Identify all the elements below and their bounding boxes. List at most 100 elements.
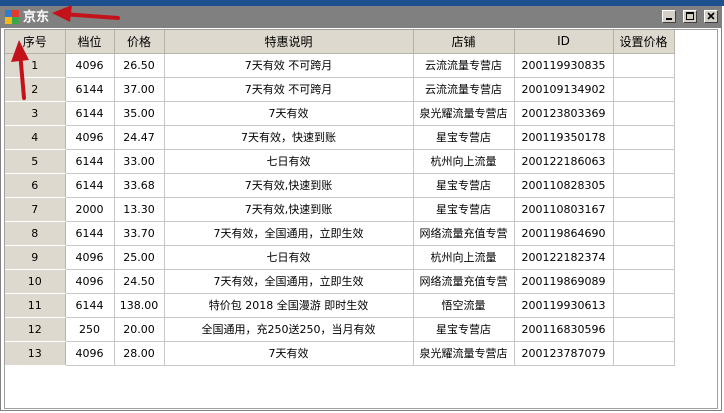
- cell-id: 200119869089: [514, 269, 614, 294]
- table-row[interactable]: 3 6144 35.00 7天有效 泉光耀流量专营店 200123803369: [5, 101, 675, 126]
- cell-set-price[interactable]: [613, 221, 675, 246]
- cell-index: 5: [5, 149, 66, 174]
- cell-shop: 杭州向上流量: [413, 245, 515, 270]
- cell-tier: 2000: [65, 197, 115, 222]
- cell-set-price[interactable]: [613, 269, 675, 294]
- cell-description: 7天有效 不可跨月: [164, 53, 414, 78]
- cell-price: 26.50: [114, 53, 165, 78]
- cell-index: 13: [5, 341, 66, 366]
- cell-description: 7天有效: [164, 101, 414, 126]
- cell-index: 1: [5, 53, 66, 78]
- cell-id: 200119350178: [514, 125, 614, 150]
- cell-set-price[interactable]: [613, 53, 675, 78]
- column-header-set-price[interactable]: 设置价格: [613, 30, 675, 54]
- cell-index: 8: [5, 221, 66, 246]
- cell-index: 7: [5, 197, 66, 222]
- cell-description: 七日有效: [164, 245, 414, 270]
- close-button[interactable]: [704, 10, 718, 23]
- cell-shop: 星宝专营店: [413, 125, 515, 150]
- column-header-id[interactable]: ID: [514, 30, 614, 54]
- table-row[interactable]: 11 6144 138.00 特价包 2018 全国漫游 即时生效 悟空流量 200119…: [5, 293, 675, 318]
- app-window: 京东 序号 档位 价格 特惠说明 店铺 ID 设置价格 1 4096 26.50…: [0, 6, 722, 411]
- cell-id: 200110828305: [514, 173, 614, 198]
- maximize-button[interactable]: [682, 10, 697, 23]
- cell-set-price[interactable]: [613, 101, 675, 126]
- cell-set-price[interactable]: [613, 245, 675, 270]
- column-header-shop[interactable]: 店铺: [413, 30, 515, 54]
- column-header-price[interactable]: 价格: [114, 30, 165, 54]
- cell-tier: 6144: [65, 101, 115, 126]
- cell-id: 200122182374: [514, 245, 614, 270]
- cell-description: 7天有效: [164, 341, 414, 366]
- table-row[interactable]: 5 6144 33.00 七日有效 杭州向上流量 200122186063: [5, 149, 675, 174]
- cell-set-price[interactable]: [613, 293, 675, 318]
- cell-price: 13.30: [114, 197, 165, 222]
- cell-price: 138.00: [114, 293, 165, 318]
- table-row[interactable]: 9 4096 25.00 七日有效 杭州向上流量 200122182374: [5, 245, 675, 270]
- cell-shop: 泉光耀流量专营店: [413, 341, 515, 366]
- cell-tier: 4096: [65, 245, 115, 270]
- cell-price: 28.00: [114, 341, 165, 366]
- table-row[interactable]: 7 2000 13.30 7天有效,快速到账 星宝专营店 200110803167: [5, 197, 675, 222]
- cell-id: 200110803167: [514, 197, 614, 222]
- cell-description: 7天有效，快速到账: [164, 125, 414, 150]
- cell-description: 7天有效,快速到账: [164, 197, 414, 222]
- cell-set-price[interactable]: [613, 173, 675, 198]
- cell-tier: 6144: [65, 293, 115, 318]
- column-header-tier[interactable]: 档位: [65, 30, 115, 54]
- cell-index: 4: [5, 125, 66, 150]
- cell-index: 10: [5, 269, 66, 294]
- cell-price: 35.00: [114, 101, 165, 126]
- table-row[interactable]: 10 4096 24.50 7天有效，全国通用，立即生效 网络流量充值专营 2001198…: [5, 269, 675, 294]
- product-table: 序号 档位 价格 特惠说明 店铺 ID 设置价格 1 4096 26.50 7天有效 …: [5, 30, 675, 366]
- cell-tier: 4096: [65, 125, 115, 150]
- maximize-icon: [685, 12, 694, 20]
- column-header-index[interactable]: 序号: [5, 30, 66, 54]
- cell-tier: 4096: [65, 53, 115, 78]
- cell-id: 200119930613: [514, 293, 614, 318]
- cell-set-price[interactable]: [613, 149, 675, 174]
- table-row[interactable]: 1 4096 26.50 7天有效 不可跨月 云流流量专营店 200119930835: [5, 53, 675, 78]
- cell-shop: 云流流量专营店: [413, 53, 515, 78]
- cell-shop: 泉光耀流量专营店: [413, 101, 515, 126]
- cell-set-price[interactable]: [613, 317, 675, 342]
- table-row[interactable]: 12 250 20.00 全国通用，充250送250，当月有效 星宝专营店 2001168…: [5, 317, 675, 342]
- cell-tier: 4096: [65, 269, 115, 294]
- minimize-button[interactable]: [661, 10, 676, 23]
- cell-id: 200116830596: [514, 317, 614, 342]
- cell-id: 200123803369: [514, 101, 614, 126]
- cell-id: 200109134902: [514, 77, 614, 102]
- cell-set-price[interactable]: [613, 125, 675, 150]
- table-row[interactable]: 13 4096 28.00 7天有效 泉光耀流量专营店 200123787079: [5, 341, 675, 366]
- title-bar[interactable]: 京东: [1, 7, 721, 28]
- cell-description: 7天有效 不可跨月: [164, 77, 414, 102]
- app-logo-icon: [5, 10, 19, 24]
- cell-set-price[interactable]: [613, 341, 675, 366]
- table-row[interactable]: 6 6144 33.68 7天有效,快速到账 星宝专营店 200110828305: [5, 173, 675, 198]
- cell-tier: 6144: [65, 221, 115, 246]
- cell-index: 12: [5, 317, 66, 342]
- cell-shop: 星宝专营店: [413, 197, 515, 222]
- column-header-description[interactable]: 特惠说明: [164, 30, 414, 54]
- cell-index: 6: [5, 173, 66, 198]
- cell-shop: 云流流量专营店: [413, 77, 515, 102]
- cell-description: 7天有效，全国通用，立即生效: [164, 269, 414, 294]
- cell-price: 25.00: [114, 245, 165, 270]
- cell-index: 3: [5, 101, 66, 126]
- cell-id: 200119930835: [514, 53, 614, 78]
- cell-description: 七日有效: [164, 149, 414, 174]
- cell-shop: 网络流量充值专营: [413, 221, 515, 246]
- table-row[interactable]: 8 6144 33.70 7天有效，全国通用，立即生效 网络流量充值专营 20011986…: [5, 221, 675, 246]
- cell-description: 7天有效，全国通用，立即生效: [164, 221, 414, 246]
- cell-shop: 星宝专营店: [413, 173, 515, 198]
- table-row[interactable]: 2 6144 37.00 7天有效 不可跨月 云流流量专营店 200109134902: [5, 77, 675, 102]
- cell-price: 24.50: [114, 269, 165, 294]
- table-row[interactable]: 4 4096 24.47 7天有效，快速到账 星宝专营店 200119350178: [5, 125, 675, 150]
- cell-set-price[interactable]: [613, 197, 675, 222]
- cell-price: 33.00: [114, 149, 165, 174]
- cell-shop: 杭州向上流量: [413, 149, 515, 174]
- cell-set-price[interactable]: [613, 77, 675, 102]
- cell-tier: 6144: [65, 173, 115, 198]
- cell-price: 24.47: [114, 125, 165, 150]
- cell-shop: 悟空流量: [413, 293, 515, 318]
